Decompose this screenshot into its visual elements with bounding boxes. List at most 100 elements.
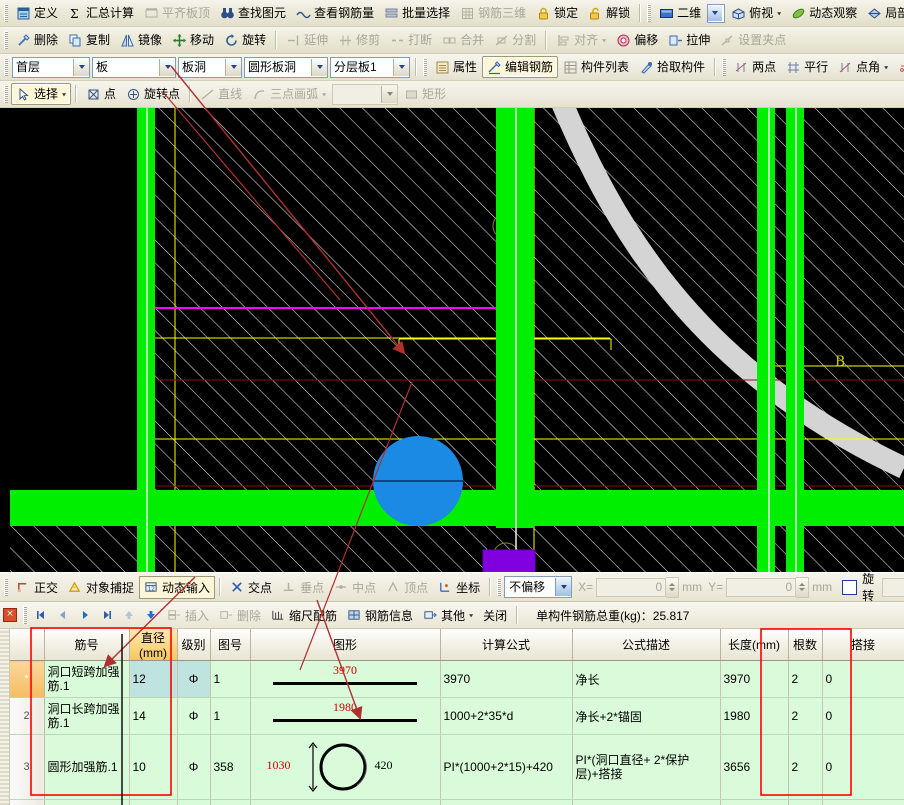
toolbar-button-rotate[interactable]: 旋转	[219, 29, 271, 51]
cell-grade[interactable]: Φ	[177, 661, 210, 698]
grid-button-other[interactable]: 其他 ▾	[418, 604, 478, 627]
x-spinner-arrows[interactable]	[666, 577, 679, 598]
nav-next-button[interactable]	[74, 604, 96, 626]
grid-button-scale-rebar[interactable]: 缩尺配筋	[266, 604, 342, 627]
cell-bar-name[interactable]: 洞口长跨加强筋.1	[44, 698, 129, 735]
toolbar-button-set-grip[interactable]: 设置夹点	[715, 29, 791, 51]
toolbar-button-parallel-axis[interactable]: 平行	[781, 56, 833, 78]
toolbar-grip[interactable]	[4, 4, 8, 22]
table-row[interactable]: 3 圆形加强筋.1 10 Φ 358 1030	[0, 735, 904, 800]
toolbar-button-offset[interactable]: 偏移	[611, 29, 663, 51]
cell-grade[interactable]: Φ	[177, 698, 210, 735]
rebar-table[interactable]: 筋号 直径(mm) 级别 图号 图形 计算公式 公式描述 长度(mm) 根数 搭…	[0, 629, 904, 805]
cell-diameter[interactable]: 14	[129, 800, 177, 805]
toolbar-grip[interactable]	[4, 85, 8, 103]
cell-length[interactable]: 980	[720, 800, 788, 805]
cell-diameter[interactable]: 12	[129, 661, 177, 698]
cell-formula[interactable]: PI*(1000+2*15)+420	[440, 735, 572, 800]
grid-button-close[interactable]: 关闭	[478, 604, 512, 627]
cell-length[interactable]: 3970	[720, 661, 788, 698]
rebar-table-container[interactable]: 筋号 直径(mm) 级别 图号 图形 计算公式 公式描述 长度(mm) 根数 搭…	[0, 629, 904, 805]
toolbar-grip[interactable]	[4, 58, 8, 76]
cell-shape[interactable]: 1030 420	[250, 735, 440, 800]
toolbar-button-select[interactable]: 选择 ▾	[11, 83, 71, 105]
offset-mode-combo[interactable]: 不偏移	[504, 576, 572, 598]
toolbar-button-rebar-3d[interactable]: 钢筋三维	[455, 2, 531, 24]
toolbar-grip[interactable]	[423, 58, 427, 76]
toolbar-button-unlock[interactable]: 解锁	[583, 2, 635, 24]
status-button-dynamic-input[interactable]: 12 动态输入	[139, 576, 215, 599]
chevron-down-icon[interactable]	[73, 59, 89, 76]
cell-lap[interactable]: 0	[822, 661, 904, 698]
nav-first-button[interactable]	[30, 604, 52, 626]
table-header-rownum[interactable]	[9, 629, 44, 661]
cell-count[interactable]: 2	[788, 661, 822, 698]
toolbar-button-break[interactable]: 打断	[385, 29, 437, 51]
cell-lap[interactable]: 0	[822, 735, 904, 800]
toolbar-button-view-rebar-qty[interactable]: 查看钢筋量	[291, 2, 379, 24]
cell-description[interactable]: 2*锚固长度	[572, 800, 720, 805]
toolbar-button-rotate-point[interactable]: 旋转点	[121, 83, 185, 105]
toolbar-button-partial-3d[interactable]: 局部三维	[862, 2, 904, 24]
grid-button-insert[interactable]: 插入	[162, 604, 214, 627]
cell-grade[interactable]: Φ	[177, 800, 210, 805]
combo-component-type[interactable]: 板	[92, 57, 176, 78]
cell-count[interactable]: 2	[788, 698, 822, 735]
toolbar-button-view-2d[interactable]: 二维	[654, 2, 706, 24]
chevron-down-icon[interactable]	[311, 59, 327, 76]
rotate-stepper[interactable]: 0.000	[882, 577, 904, 598]
cell-shape[interactable]: 980	[250, 800, 440, 805]
status-button-coordinate[interactable]: 坐标	[433, 576, 485, 599]
toolbar-grip[interactable]	[647, 4, 651, 22]
toolbar-grip[interactable]	[497, 578, 501, 596]
toolbar-button-merge[interactable]: 合并	[437, 29, 489, 51]
table-header-grade[interactable]: 级别	[177, 629, 210, 661]
table-header-pic-no[interactable]: 图号	[210, 629, 250, 661]
nav-last-button[interactable]	[96, 604, 118, 626]
y-coordinate-input[interactable]: 0	[726, 578, 796, 597]
x-coordinate-stepper[interactable]: 0	[596, 577, 679, 598]
chevron-down-icon[interactable]	[159, 59, 175, 76]
status-button-object-snap[interactable]: 对象捕捉	[63, 576, 139, 599]
grid-button-rebar-info[interactable]: 钢筋信息	[342, 604, 418, 627]
toolbar-button-mirror[interactable]: 镜像	[115, 29, 167, 51]
combo-element-name[interactable]: 分层板1	[330, 57, 410, 78]
cell-description[interactable]: 净长+2*锚固	[572, 698, 720, 735]
cell-length[interactable]: 1980	[720, 698, 788, 735]
toolbar-button-point-angle-axis[interactable]: 点角 ▾	[833, 56, 893, 78]
cell-diameter[interactable]: 14	[129, 698, 177, 735]
y-coordinate-stepper[interactable]: 0	[726, 577, 809, 598]
cell-pic-no[interactable]: 358	[210, 735, 250, 800]
nav-down-button[interactable]	[140, 604, 162, 626]
row-index-cell[interactable]: 4	[9, 800, 44, 805]
toolbar-button-rectangle[interactable]: 矩形	[399, 83, 451, 105]
chevron-down-icon[interactable]	[393, 59, 409, 76]
cell-bar-name[interactable]: 洞口斜加筋.1	[44, 800, 129, 805]
cell-pic-no[interactable]: 1	[210, 661, 250, 698]
chevron-down-icon[interactable]: ▾	[884, 63, 888, 70]
toolbar-button-properties[interactable]: 属性	[430, 56, 482, 78]
chevron-down-icon[interactable]: ▾	[322, 90, 326, 97]
cell-formula[interactable]: 2*35*d	[440, 800, 572, 805]
grid-button-delete[interactable]: 删除	[214, 604, 266, 627]
toolbar-button-point[interactable]: 点	[81, 83, 121, 105]
table-header-count[interactable]: 根数	[788, 629, 822, 661]
table-header-lap[interactable]: 搭接	[822, 629, 904, 661]
row-index-cell[interactable]: 3	[9, 735, 44, 800]
cell-length[interactable]: 3656	[720, 735, 788, 800]
toolbar-grip[interactable]	[722, 58, 726, 76]
row-index-cell[interactable]: 2	[9, 698, 44, 735]
cell-bar-name[interactable]: 洞口短跨加强筋.1	[44, 661, 129, 698]
cad-drawing-canvas[interactable]: 5 5 B	[0, 108, 904, 572]
table-header-bar-no[interactable]: 筋号	[44, 629, 129, 661]
table-header-length[interactable]: 长度(mm)	[720, 629, 788, 661]
combo-component-sub[interactable]: 板洞	[178, 57, 242, 78]
cell-lap[interactable]: 0	[822, 800, 904, 805]
toolbar-button-find-element[interactable]: 查找图元	[215, 2, 291, 24]
cell-pic-no[interactable]: 1	[210, 698, 250, 735]
toolbar-button-three-point-arc[interactable]: 三点画弧 ▾	[247, 83, 331, 105]
cell-lap[interactable]: 0	[822, 698, 904, 735]
table-row[interactable]: 2 洞口长跨加强筋.1 14 Φ 1 1980 1000+2*35*d 净长+2…	[0, 698, 904, 735]
chevron-down-icon[interactable]	[381, 86, 397, 103]
status-button-midpoint[interactable]: 中点	[329, 576, 381, 599]
